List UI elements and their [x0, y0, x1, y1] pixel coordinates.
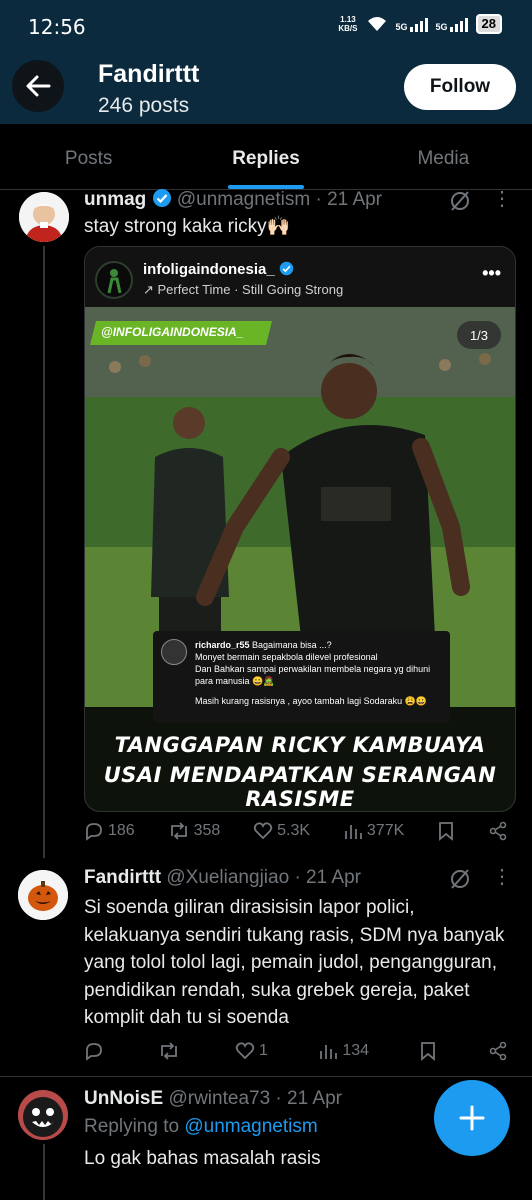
tab-posts[interactable]: Posts	[0, 124, 177, 189]
tab-media[interactable]: Media	[355, 124, 532, 189]
more-icon[interactable]: ⋮	[492, 864, 514, 889]
like-button[interactable]: 5.3K	[253, 821, 310, 841]
profile-tabs: Posts Replies Media	[0, 124, 532, 190]
view-count: 134	[342, 1042, 370, 1059]
like-button[interactable]: 1	[235, 1041, 268, 1061]
headline-line-1: TANGGAPAN RICKY KAMBUAYA	[114, 733, 486, 757]
instagram-header: infoligaindonesia_ ↗ Perfect Time · Stil…	[85, 247, 515, 307]
repost-icon	[170, 822, 187, 840]
compose-button[interactable]	[434, 1080, 510, 1156]
replying-to-link[interactable]: @unmagnetism	[184, 1116, 317, 1137]
share-button[interactable]	[488, 821, 508, 841]
battery-icon: 28	[475, 14, 502, 34]
tweet-header: UnNoisE @rwintea73 · 21 Apr	[84, 1088, 342, 1110]
status-icons: 1.13 KB/S 5G 5G 28	[338, 14, 502, 34]
tweet-header: unmag @unmagnetism · 21 Apr	[84, 188, 382, 211]
repost-count: 358	[193, 822, 221, 839]
signal-sim1: 5G	[396, 16, 428, 32]
profile-name: Fandirttt	[98, 60, 200, 88]
back-arrow-icon	[26, 75, 51, 97]
reply-count: 186	[108, 822, 135, 839]
reply-icon	[86, 1043, 102, 1061]
signal-sim2: 5G	[436, 16, 468, 32]
reply-button[interactable]	[84, 1041, 108, 1061]
tweet-date: · 21 Apr	[275, 1088, 342, 1109]
views-icon	[345, 825, 362, 839]
carousel-counter: 1/3	[457, 321, 501, 349]
thread-line	[43, 1144, 45, 1200]
tweet-media[interactable]: infoligaindonesia_ ↗ Perfect Time · Stil…	[84, 246, 516, 812]
status-time: 12:56	[28, 15, 86, 39]
follow-button[interactable]: Follow	[404, 64, 516, 110]
share-icon	[489, 1041, 507, 1061]
tweet-actions: 186 358 5.3K 377K	[84, 819, 508, 843]
author-name[interactable]: UnNoisE	[84, 1088, 163, 1109]
verified-icon	[279, 261, 294, 276]
tweet-actions: 1 134	[84, 1039, 508, 1063]
author-name[interactable]: unmag	[84, 189, 146, 210]
tweet-header: Fandirttt @Xueliangjiao · 21 Apr	[84, 867, 361, 889]
bookmark-icon	[421, 1042, 436, 1061]
grok-icon[interactable]	[449, 868, 471, 890]
signal-bars-icon	[409, 16, 428, 32]
match-photo: @INFOLIGAINDONESIA_ 1/3 richardo_r55 Bag…	[85, 307, 515, 811]
reply-icon	[86, 823, 102, 841]
author-handle[interactable]: @unmagnetism	[177, 189, 310, 210]
reply-button[interactable]: 186	[84, 821, 135, 841]
instagram-comment-screenshot: richardo_r55 Bagaimana bisa ...? Monyet …	[153, 631, 450, 723]
instagram-music-line: ↗ Perfect Time · Still Going Strong	[143, 282, 344, 297]
repost-button[interactable]	[158, 1041, 184, 1061]
like-count: 1	[258, 1042, 268, 1059]
avatar[interactable]	[18, 870, 68, 920]
view-count: 377K	[366, 822, 405, 839]
tweet-text: Si soenda giliran dirasisisin lapor poli…	[84, 897, 505, 1028]
replying-to-line: Replying to @unmagnetism	[84, 1116, 318, 1137]
thread-line	[43, 246, 45, 858]
bookmark-button[interactable]	[419, 1041, 437, 1061]
profile-post-count: 246 posts	[98, 94, 190, 117]
tweet-date: · 21 Apr	[294, 867, 361, 888]
avatar[interactable]	[18, 1090, 68, 1140]
repost-button[interactable]: 358	[168, 821, 221, 841]
instagram-username: infoligaindonesia_	[143, 261, 294, 278]
repost-icon	[161, 1042, 178, 1060]
tweet-divider	[0, 1076, 532, 1077]
tweet-date: · 21 Apr	[315, 189, 383, 210]
author-handle[interactable]: @Xueliangjiao	[166, 867, 289, 888]
player-silhouette-icon	[107, 269, 122, 294]
avatar-unmag-image	[19, 192, 69, 242]
signal-bars-icon	[449, 16, 468, 32]
tweet-text: stay strong kaka ricky🙌🏻	[84, 216, 291, 237]
headline-line-2: USAI MENDAPATKAN SERANGAN RASISME	[103, 763, 497, 811]
author-name[interactable]: Fandirttt	[84, 867, 161, 888]
wifi-icon	[367, 17, 386, 31]
network-speed: 1.13 KB/S	[338, 15, 358, 33]
tab-replies[interactable]: Replies	[177, 124, 354, 189]
views-button[interactable]: 377K	[343, 821, 404, 841]
verified-icon	[152, 189, 171, 207]
avatar[interactable]	[19, 192, 69, 242]
more-icon[interactable]: ⋮	[492, 186, 514, 211]
views-button[interactable]: 134	[318, 1041, 369, 1061]
avatar-pumpkin-image	[18, 870, 68, 920]
status-bar: 12:56 1.13 KB/S 5G 5G 28	[0, 0, 532, 50]
like-icon	[253, 822, 273, 840]
grok-icon[interactable]	[449, 190, 471, 212]
like-count: 5.3K	[277, 822, 311, 839]
author-handle[interactable]: @rwintea73	[168, 1088, 270, 1109]
like-icon	[235, 1042, 255, 1060]
bookmark-icon	[439, 822, 454, 841]
views-icon	[320, 1045, 338, 1059]
profile-header: Fandirttt 246 posts Follow	[0, 50, 532, 124]
more-icon: •••	[482, 263, 501, 283]
avatar-monster-image	[18, 1090, 68, 1140]
comment-avatar	[161, 639, 187, 665]
instagram-avatar	[95, 261, 133, 299]
source-tag-text: @INFOLIGAINDONESIA_	[101, 325, 244, 339]
bookmark-button[interactable]	[437, 821, 455, 841]
share-icon	[489, 821, 507, 841]
back-button[interactable]	[12, 60, 64, 112]
compose-plus-icon	[459, 1105, 485, 1131]
share-button[interactable]	[488, 1041, 508, 1061]
